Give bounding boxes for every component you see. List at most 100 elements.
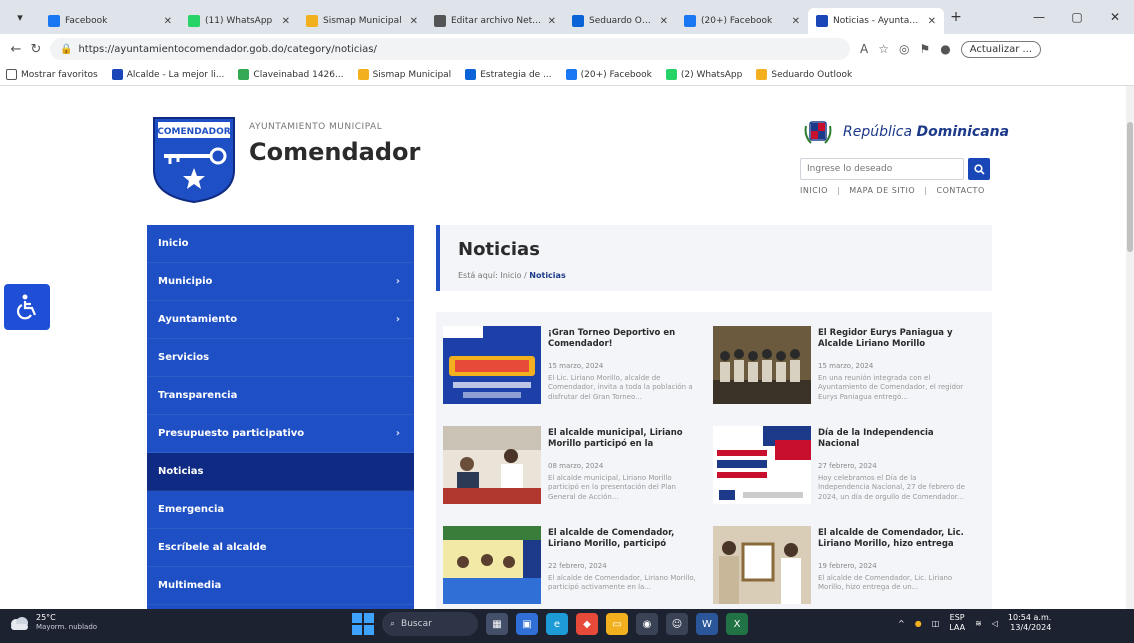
task-view-icon[interactable]: ▣ bbox=[516, 613, 538, 635]
browser-tab[interactable]: Noticias - Ayuntamiento✕ bbox=[808, 8, 944, 34]
close-window-icon[interactable]: ✕ bbox=[1096, 10, 1134, 24]
scrollbar-thumb[interactable] bbox=[1127, 122, 1133, 252]
news-thumbnail[interactable] bbox=[443, 426, 541, 504]
tray-app-icon[interactable]: ● bbox=[915, 619, 922, 628]
sidebar-item-5[interactable]: Transparencia bbox=[147, 377, 414, 415]
browser-tab[interactable]: Seduardo Outlook✕ bbox=[564, 8, 676, 34]
browser-tab[interactable]: Editar archivo Netdir ✕ bbox=[426, 8, 564, 34]
comendador-logo[interactable]: COMENDADOR bbox=[152, 116, 236, 204]
news-thumbnail[interactable] bbox=[443, 526, 541, 604]
close-tab-icon[interactable]: ✕ bbox=[548, 16, 556, 27]
close-tab-icon[interactable]: ✕ bbox=[282, 16, 290, 27]
widgets-app-icon[interactable]: ▦ bbox=[486, 613, 508, 635]
news-title[interactable]: ¡Gran Torneo Deportivo en Comendador! bbox=[548, 328, 698, 351]
favorite-link[interactable]: Seduardo Outlook bbox=[756, 69, 852, 80]
news-thumbnail[interactable] bbox=[713, 326, 811, 404]
favorite-link[interactable]: Claveinabad 1426... bbox=[238, 69, 344, 80]
weather-widget[interactable]: 25°C Mayorm. nublado bbox=[8, 613, 97, 632]
excel-app-icon[interactable]: X bbox=[726, 613, 748, 635]
url-field[interactable]: 🔒 https://ayuntamientocomendador.gob.do/… bbox=[50, 38, 850, 60]
close-tab-icon[interactable]: ✕ bbox=[928, 16, 936, 27]
sidebar-item-4[interactable]: Servicios bbox=[147, 339, 414, 377]
favorite-link[interactable]: Sismap Municipal bbox=[357, 69, 451, 80]
sidebar-item-label: Servicios bbox=[158, 352, 210, 363]
favorites-toggle[interactable]: Mostrar favoritos bbox=[6, 69, 98, 80]
breadcrumb-home-link[interactable]: Inicio bbox=[500, 271, 521, 280]
sidebar-item-8[interactable]: Emergencia bbox=[147, 491, 414, 529]
sidebar-item-label: Presupuesto participativo bbox=[158, 428, 305, 439]
edge-browser-icon[interactable]: e bbox=[546, 613, 568, 635]
news-title[interactable]: El Regidor Eurys Paniagua y Alcalde Liri… bbox=[818, 328, 968, 351]
top-link-inicio[interactable]: INICIO bbox=[800, 186, 828, 195]
wifi-icon[interactable]: ≋ bbox=[975, 619, 982, 628]
news-card[interactable]: ¡Gran Torneo Deportivo en Comendador! 15 … bbox=[436, 318, 698, 414]
clock[interactable]: 10:54 a.m. 13/4/2024 bbox=[1008, 613, 1051, 633]
back-icon[interactable]: ← bbox=[6, 42, 26, 57]
chat-app-icon[interactable]: ☺ bbox=[666, 613, 688, 635]
sidebar-item-1[interactable]: Inicio bbox=[147, 225, 414, 263]
file-explorer-icon[interactable]: ▭ bbox=[606, 613, 628, 635]
volume-icon[interactable]: ◁ bbox=[992, 619, 998, 628]
sidebar-item-9[interactable]: Escríbele al alcalde bbox=[147, 529, 414, 567]
read-aloud-icon[interactable]: A bbox=[860, 42, 868, 56]
favorite-link[interactable]: Estrategia de ... bbox=[465, 69, 552, 80]
maximize-icon[interactable]: ▢ bbox=[1058, 10, 1096, 24]
government-name[interactable]: República Dominicana bbox=[843, 124, 1009, 140]
close-tab-icon[interactable]: ✕ bbox=[410, 16, 418, 27]
tab-actions-button[interactable]: ▾ bbox=[0, 0, 40, 34]
accessibility-button[interactable] bbox=[4, 284, 50, 330]
profile-icon[interactable]: ● bbox=[940, 42, 950, 56]
news-card[interactable]: El alcalde municipal, Liriano Morillo pa… bbox=[436, 418, 698, 514]
store-icon[interactable]: ◆ bbox=[576, 613, 598, 635]
new-tab-button[interactable]: + bbox=[944, 9, 968, 25]
tab-favicon-icon bbox=[816, 15, 828, 27]
page-scrollbar[interactable] bbox=[1126, 86, 1134, 609]
extensions-icon[interactable]: ◎ bbox=[899, 42, 909, 56]
favorite-star-icon[interactable]: ☆ bbox=[878, 42, 889, 56]
news-title[interactable]: El alcalde de Comendador, Liriano Morill… bbox=[548, 528, 698, 551]
collections-icon[interactable]: ⚑ bbox=[919, 42, 930, 56]
close-tab-icon[interactable]: ✕ bbox=[792, 16, 800, 27]
refresh-icon[interactable]: ↻ bbox=[26, 42, 46, 57]
news-card[interactable]: Día de la Independencia Nacional 27 febre… bbox=[706, 418, 968, 514]
site-search-button[interactable] bbox=[968, 158, 990, 180]
chevron-right-icon: › bbox=[395, 314, 400, 325]
sidebar-item-3[interactable]: Ayuntamiento › bbox=[147, 301, 414, 339]
taskbar-search[interactable]: ⌕ Buscar bbox=[382, 612, 478, 636]
sidebar-item-7[interactable]: Noticias bbox=[147, 453, 414, 491]
news-thumbnail[interactable] bbox=[713, 526, 811, 604]
sidebar-item-10[interactable]: Multimedia bbox=[147, 567, 414, 605]
close-tab-icon[interactable]: ✕ bbox=[164, 16, 172, 27]
browser-tab[interactable]: (11) WhatsApp ✕ bbox=[180, 8, 298, 34]
sidebar-item-2[interactable]: Municipio › bbox=[147, 263, 414, 301]
browser-tab[interactable]: Facebook ✕ bbox=[40, 8, 180, 34]
favorite-link[interactable]: (2) WhatsApp bbox=[665, 69, 742, 80]
news-title[interactable]: Día de la Independencia Nacional bbox=[818, 428, 968, 451]
top-link-mapa[interactable]: MAPA DE SITIO bbox=[849, 186, 915, 195]
site-title[interactable]: Comendador bbox=[249, 138, 420, 166]
news-card[interactable]: El Regidor Eurys Paniagua y Alcalde Liri… bbox=[706, 318, 968, 414]
browser-tab[interactable]: (20+) Facebook ✕ bbox=[676, 8, 808, 34]
news-thumbnail[interactable] bbox=[713, 426, 811, 504]
close-tab-icon[interactable]: ✕ bbox=[660, 16, 668, 27]
update-button[interactable]: Actualizar ... bbox=[960, 40, 1042, 58]
news-card[interactable]: El alcalde de Comendador, Liriano Morill… bbox=[436, 518, 698, 609]
minimize-icon[interactable]: — bbox=[1020, 10, 1058, 24]
tray-network-icon[interactable]: ◫ bbox=[932, 619, 940, 628]
news-thumbnail[interactable] bbox=[443, 326, 541, 404]
tray-chevron-icon[interactable]: ^ bbox=[898, 619, 905, 628]
sidebar-menu: Inicio Municipio › Ayuntamiento › Servicios Tr… bbox=[147, 225, 414, 609]
top-link-contacto[interactable]: CONTACTO bbox=[937, 186, 985, 195]
photos-app-icon[interactable]: ◉ bbox=[636, 613, 658, 635]
site-search-input[interactable] bbox=[800, 158, 964, 180]
favorite-link[interactable]: (20+) Facebook bbox=[565, 69, 652, 80]
browser-tab[interactable]: Sismap Municipal ✕ bbox=[298, 8, 426, 34]
favorite-link[interactable]: Alcalde - La mejor li... bbox=[111, 69, 224, 80]
start-button[interactable] bbox=[352, 613, 374, 635]
word-app-icon[interactable]: W bbox=[696, 613, 718, 635]
news-title[interactable]: El alcalde de Comendador, Lic. Liriano M… bbox=[818, 528, 968, 551]
news-card[interactable]: El alcalde de Comendador, Lic. Liriano M… bbox=[706, 518, 968, 609]
language-indicator[interactable]: ESP LAA bbox=[949, 613, 965, 632]
sidebar-item-6[interactable]: Presupuesto participativo › bbox=[147, 415, 414, 453]
news-title[interactable]: El alcalde municipal, Liriano Morillo pa… bbox=[548, 428, 698, 451]
